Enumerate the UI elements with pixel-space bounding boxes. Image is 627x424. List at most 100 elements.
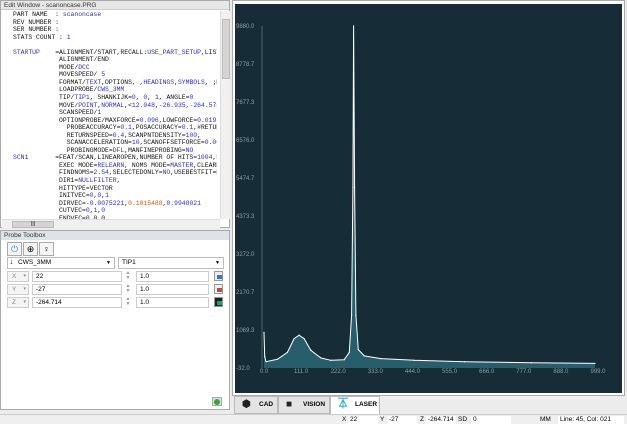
code-token: RETURNSPEED= [13,131,113,139]
code-line: HITTYPE=VECTOR [13,185,217,193]
code-token: 2.54 [93,169,109,177]
code-line: STARTUP =ALIGNMENT/START,RECALL:USE_PART… [13,49,217,57]
code-token: 0.1015488 [128,199,163,207]
laser-profile-chart: -32.0 1069.3 2170.7 3272.0 4373.3 5474.7 6576.… [235,4,622,393]
x-tick-label: 222.0 [331,369,347,375]
help-icon[interactable] [214,297,223,307]
code-token: ,#RETUR [193,124,217,132]
x-tick-label: 0.0 [260,369,269,375]
code-token: SCN1 [13,154,29,162]
status-z-value: -264.714 [426,416,456,424]
probe-select[interactable]: ⭣ CWS_3MM ▼ [7,257,115,269]
axis-y-select[interactable]: Y ▾ [7,284,29,295]
x-tick-label: 888.0 [553,369,569,375]
axis-y-step[interactable]: 1.0 [136,284,209,295]
cube-icon: ⬢ [242,399,251,410]
value-spinner[interactable]: ▲ ▼ [124,271,132,282]
code-token: scanoncase [62,11,102,18]
y-tick-label: 6576.0 [236,138,255,144]
crosshair-icon: ⊕ [26,244,35,254]
code-token: NORMAL [101,101,125,109]
axis-x-step[interactable]: 1.0 [136,271,209,282]
y-tick-label: 1069.3 [236,328,255,334]
code-token: -26.935 [158,101,186,109]
code-token: , [116,177,121,185]
code-token: MOVE/ [13,101,79,109]
probe-value: CWS_3MM [18,259,52,266]
axis-y-value[interactable]: -27 [32,284,122,295]
status-x-value: 22 [348,416,378,424]
status-bar: X 22 Y -27 Z -264.714 SD 0 MM Line: 45, … [0,414,627,424]
chevron-down-icon: ▾ [23,273,26,279]
axis-z-select[interactable]: Z ▾ [7,297,29,308]
code-line: TIP/TIP1, SHANKIJK=0, 0, 1, ANGLE=0 [13,94,217,102]
code-token: RELEARN [97,161,125,169]
code-token: STATS COUNT : [13,33,67,41]
code-line: LOADPROBE/CWS_3MM [13,86,217,94]
move-icon[interactable] [214,284,223,294]
code-token: , [197,131,201,139]
vertical-scrollbar[interactable] [220,11,230,219]
horizontal-scrollbar[interactable]: ||| [2,219,220,228]
x-tick-label: 111.0 [294,369,309,375]
tab-target[interactable]: ⊕ [23,242,38,256]
tip-value: TIP1 [122,259,136,266]
code-token: 1 [66,33,71,41]
code-token: ,OPTIONS, , [101,78,144,86]
code-token: MODE/ [13,63,79,71]
code-token: ,LIST [200,48,217,56]
code-token: , [147,94,155,102]
code-token: POINT [78,101,98,109]
code-editor[interactable]: PART NAME : scanoncase REV NUMBER : SER NU… [5,11,217,221]
tab-laser[interactable]: ⏄ LASER [330,396,380,414]
code-token: LOADPROBE/ [13,86,98,94]
tip-select[interactable]: TIP1 ▼ [118,257,224,269]
tab-probe-position[interactable]: ⏻ [7,242,22,256]
axis-x-select[interactable]: X ▾ [7,271,29,282]
code-token: INITVEC= [13,192,90,200]
status-x-label: X [342,416,347,423]
code-line: PROBEACCURACY=0.1,POSACCURACY=0.1,#RETUR [13,124,217,132]
code-line: FINDNOMS=2.54,SELECTEDONLY=NO,USEBESTFIT… [13,169,217,177]
code-line: DIR1=NULLFILTER, [13,177,217,185]
status-y-value: -27 [387,416,417,424]
code-line: PART NAME : scanoncase [13,11,217,19]
tab-cad[interactable]: ⬢ CAD [234,396,278,414]
y-tick-label: 2170.7 [236,290,255,296]
code-token: 0.1 [181,124,194,132]
axis-z-value[interactable]: -264.714 [32,297,122,308]
value-spinner[interactable]: ▲ ▼ [124,297,132,308]
code-line: PROBINGMODE=DFL,MANFINEPROBING=NO [13,147,217,155]
scroll-thumb[interactable] [222,19,230,79]
axis-x-value[interactable]: 22 [32,271,122,282]
code-token: , ANGLE= [158,94,190,102]
data-point [350,314,353,316]
status-sd-label: SD [458,416,468,423]
x-tick-label: 555.0 [442,369,458,375]
axis-label: X [12,273,17,280]
code-token: REV NUMBER : [13,18,60,26]
code-token: MOVESPEED/ [13,71,102,79]
scroll-thumb[interactable]: ||| [12,221,54,228]
tab-vision[interactable]: ■ VISION [278,396,330,414]
code-token: 10 [131,139,140,147]
data-point [310,349,312,351]
tab-readouts[interactable]: ♀ [39,242,54,256]
code-token: FINDNOMS= [13,169,94,177]
value-spinner[interactable]: ▲ ▼ [124,284,132,295]
jog-icon[interactable] [214,271,223,281]
axis-z-step[interactable]: 1.0 [136,297,209,308]
y-tick-label: 8778.7 [236,62,255,68]
code-token: =FEAT/SCAN,LINEAROPEN,NUMBER OF HITS= [28,154,198,162]
code-token: 1 [105,192,109,200]
code-token: PROBEACCURACY= [13,124,121,132]
probe-status-button[interactable] [212,397,222,406]
code-token: HEADINGS [143,78,175,86]
status-units: MM [540,416,551,423]
code-token: 1004 [197,154,213,162]
code-token: ,LOWFORCE= [158,116,198,124]
code-token: , [216,117,217,124]
data-point [276,358,278,360]
code-token: ,CLEARP [193,161,217,169]
